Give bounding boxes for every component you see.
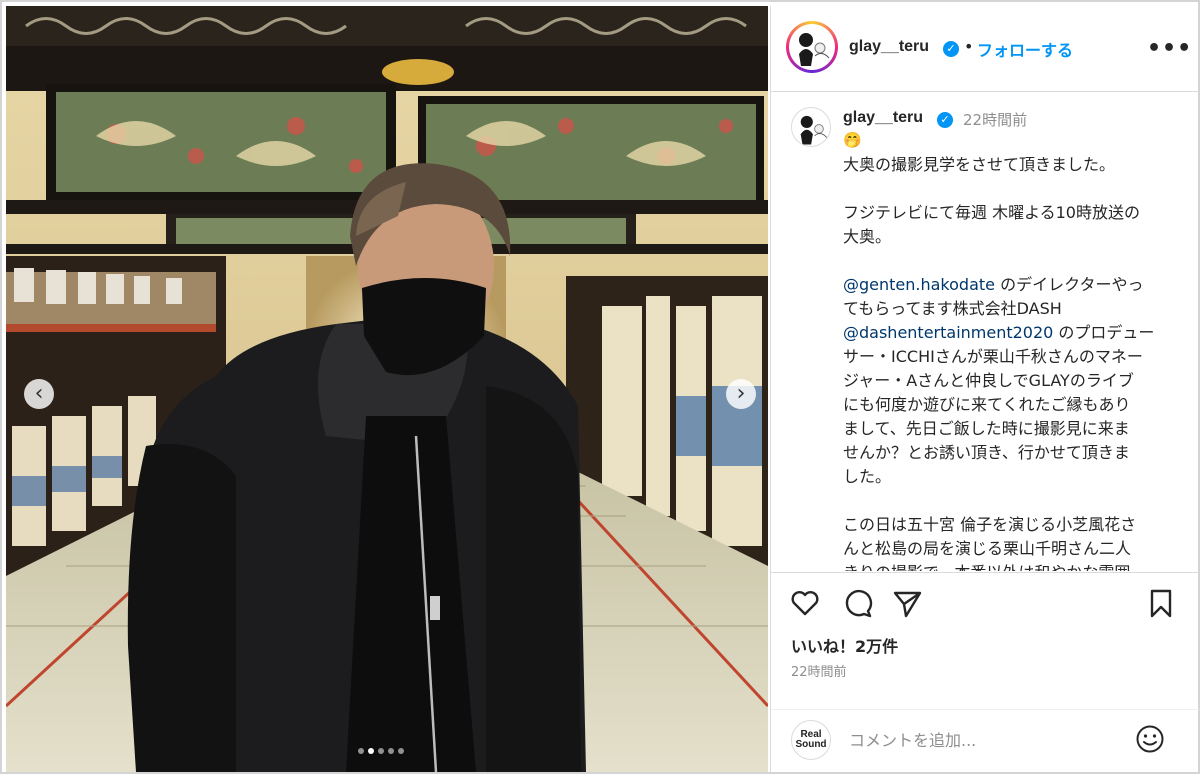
carousel-dot bbox=[388, 748, 394, 754]
previous-photo-button[interactable]: ‹ bbox=[24, 379, 54, 409]
next-photo-button[interactable]: › bbox=[726, 379, 756, 409]
caption-line-text: のデイレクターやっ bbox=[995, 275, 1144, 294]
post-actions: いいね！2万件 22時間前 Real Sound bbox=[771, 572, 1199, 772]
photo-illustration bbox=[6, 6, 768, 772]
caption-line-text: 大奥の撮影見学をさせて頂きました。 bbox=[843, 155, 1116, 174]
post-photo[interactable]: ‹ › bbox=[6, 6, 768, 772]
caption-line: @genten.hakodate のデイレクターやっ bbox=[843, 273, 1181, 297]
caption-line: @dashentertainment2020 のプロデュー bbox=[843, 321, 1181, 345]
caption-line-text: にも何度か遊びに来てくれたご縁もあり bbox=[843, 395, 1131, 414]
verified-badge-icon: ✓ bbox=[937, 112, 953, 128]
caption-emoji: 🤭 bbox=[843, 131, 862, 149]
commenter-avatar: Real Sound bbox=[791, 720, 831, 760]
caption-line bbox=[843, 489, 1181, 513]
caption-line-text: のプロデュー bbox=[1053, 323, 1155, 342]
caption-line: まして、先日ご飯した時に撮影見に来ま bbox=[843, 417, 1181, 441]
caption-line bbox=[843, 249, 1181, 273]
mention-link[interactable]: @genten.hakodate bbox=[843, 275, 995, 294]
caption-line-text: 大奥。 bbox=[843, 227, 892, 246]
post-header: glay__teru ✓ • フォローする ••• bbox=[771, 6, 1199, 92]
caption-line: この日は五十宮 倫子を演じる小芝風花さ bbox=[843, 513, 1181, 537]
caption-line-text: きりの撮影で、本番以外は和やかな雰囲 bbox=[843, 563, 1130, 571]
caption-line: 大奥の撮影見学をさせて頂きました。 bbox=[843, 153, 1181, 177]
caption-text: 大奥の撮影見学をさせて頂きました。フジテレビにて毎週 木曜よる10時放送の 大奥。… bbox=[843, 153, 1181, 571]
add-comment-row: Real Sound bbox=[771, 709, 1199, 773]
caption-line-text: んと松島の局を演じる栗山千明さん二人 bbox=[843, 539, 1132, 558]
comment-input[interactable] bbox=[849, 726, 1119, 754]
caption-line-text: した。 bbox=[843, 467, 892, 486]
caption-line bbox=[843, 177, 1181, 201]
caption-line-text: サー・ICCHIさんが栗山千秋さんのマネー bbox=[843, 347, 1143, 366]
carousel-dot bbox=[368, 748, 374, 754]
caption-line-text: せんか？とお誘い頂き、行かせて頂きま bbox=[843, 443, 1130, 462]
caption-time: 22時間前 bbox=[963, 111, 1028, 129]
mention-link[interactable]: @dashentertainment2020 bbox=[843, 323, 1053, 342]
caption-avatar[interactable] bbox=[791, 107, 831, 147]
caption-line: んと松島の局を演じる栗山千明さん二人 bbox=[843, 537, 1181, 561]
caption-line: きりの撮影で、本番以外は和やかな雰囲 bbox=[843, 561, 1181, 571]
bookmark-icon[interactable] bbox=[1145, 587, 1177, 619]
more-options-button[interactable]: ••• bbox=[1147, 36, 1192, 61]
caption-line: せんか？とお誘い頂き、行かせて頂きま bbox=[843, 441, 1181, 465]
caption-line-text: まして、先日ご飯した時に撮影見に来ま bbox=[843, 419, 1130, 438]
caption-line-text: ジャー・Aさんと仲良しでGLAYのライブ bbox=[843, 371, 1134, 390]
posted-time: 22時間前 bbox=[791, 665, 847, 680]
carousel-dot bbox=[398, 748, 404, 754]
post-window: ‹ › glay__teru ✓ • フォローする ••• glay__teru… bbox=[0, 0, 1200, 774]
follow-button[interactable]: フォローする bbox=[977, 37, 1073, 61]
caption-username[interactable]: glay__teru bbox=[843, 109, 923, 127]
caption-line: てもらってます株式会社DASH bbox=[843, 297, 1181, 321]
avatar-illustration bbox=[800, 115, 828, 145]
caption-line: サー・ICCHIさんが栗山千秋さんのマネー bbox=[843, 345, 1181, 369]
profile-avatar[interactable] bbox=[786, 21, 838, 73]
caption-line: ジャー・Aさんと仲良しでGLAYのライブ bbox=[843, 369, 1181, 393]
post-side-panel: glay__teru ✓ • フォローする ••• glay__teru ✓ 2… bbox=[770, 6, 1199, 772]
emoji-icon[interactable] bbox=[1135, 724, 1165, 754]
carousel-dot bbox=[378, 748, 384, 754]
carousel-indicator bbox=[358, 748, 404, 754]
verified-badge-icon: ✓ bbox=[943, 41, 959, 57]
header-separator: • bbox=[964, 37, 974, 56]
like-count[interactable]: いいね！2万件 bbox=[791, 633, 898, 657]
caption-line: した。 bbox=[843, 465, 1181, 489]
chevron-right-icon: › bbox=[736, 381, 746, 406]
real-sound-logo: Real Sound bbox=[795, 729, 827, 750]
caption-line-text: てもらってます株式会社DASH bbox=[843, 299, 1062, 318]
carousel-dot bbox=[358, 748, 364, 754]
caption-area: glay__teru ✓ 22時間前 🤭 大奥の撮影見学をさせて頂きました。フジ… bbox=[771, 93, 1199, 571]
share-icon[interactable] bbox=[891, 587, 923, 619]
caption-line-text: この日は五十宮 倫子を演じる小芝風花さ bbox=[843, 515, 1137, 534]
caption-line-text: フジテレビにて毎週 木曜よる10時放送の bbox=[843, 203, 1140, 222]
chevron-left-icon: ‹ bbox=[34, 381, 44, 406]
comment-icon[interactable] bbox=[841, 587, 873, 619]
caption-line: にも何度か遊びに来てくれたご縁もあり bbox=[843, 393, 1181, 417]
header-username[interactable]: glay__teru bbox=[849, 38, 929, 56]
heart-icon[interactable] bbox=[789, 587, 821, 619]
caption-line: 大奥。 bbox=[843, 225, 1181, 249]
caption-line: フジテレビにて毎週 木曜よる10時放送の bbox=[843, 201, 1181, 225]
avatar-illustration bbox=[799, 33, 830, 66]
